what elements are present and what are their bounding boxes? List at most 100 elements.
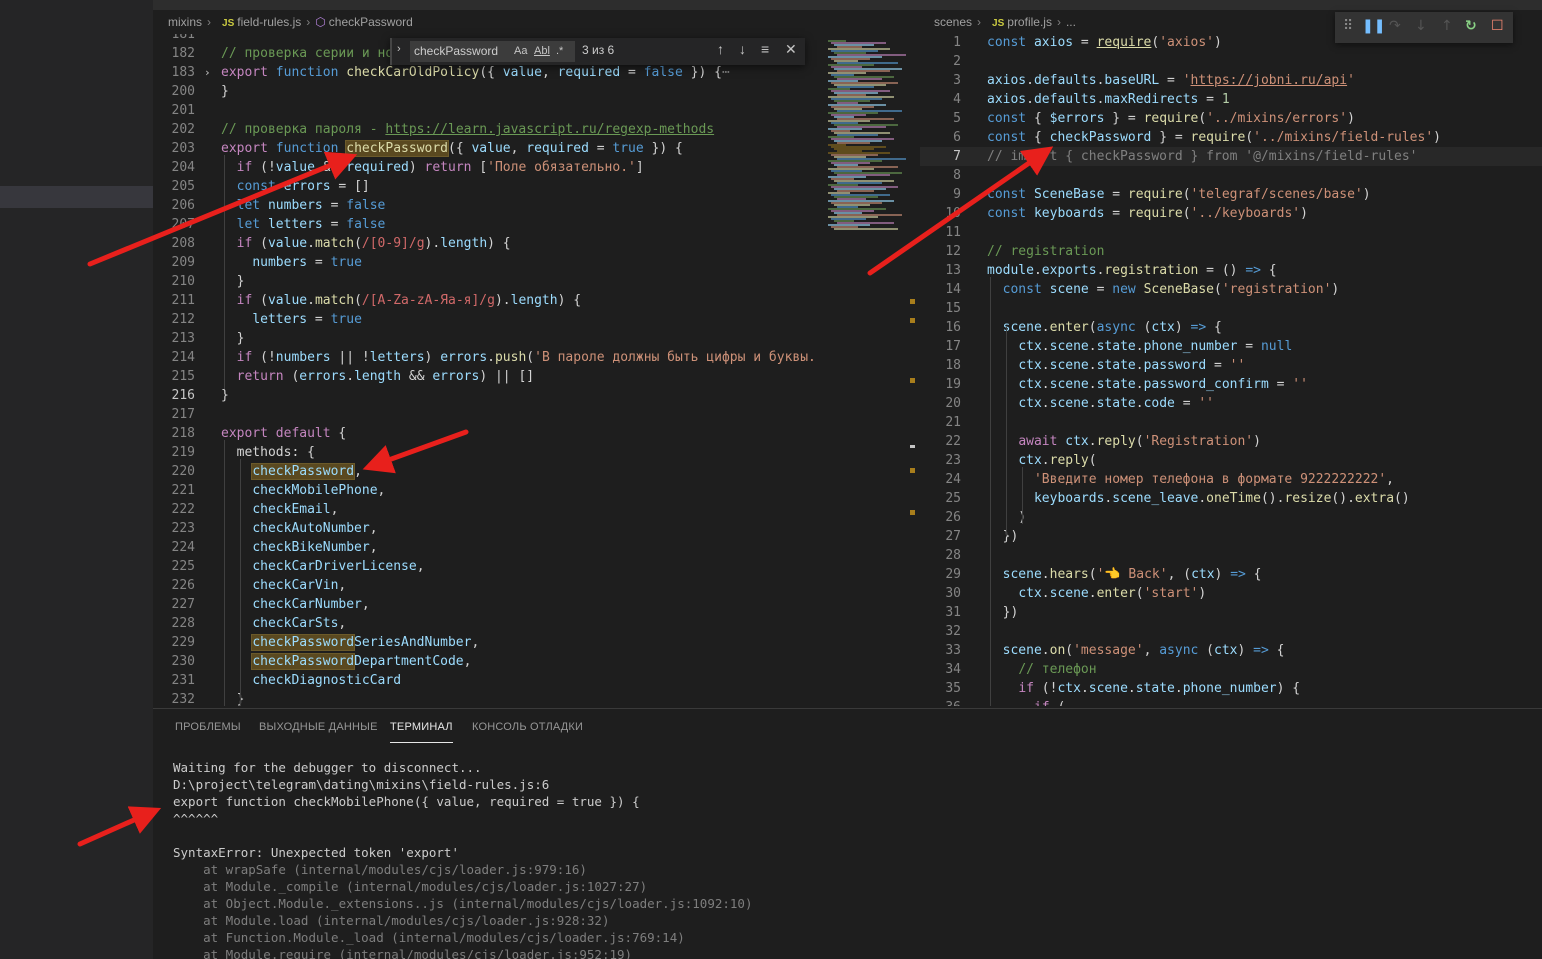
code-token: , ( [1167,567,1192,582]
code-token: value [275,160,315,175]
breadcrumb-file[interactable]: field-rules.js [237,15,301,29]
side-bar-selected-row[interactable] [0,186,153,208]
code-text: checkBikeNumber, [221,538,377,557]
terminal-line: at Module._compile (internal/modules/cjs… [173,879,648,894]
code-token: false [346,217,386,232]
code-text: ctx.reply( [987,451,1096,470]
code-token: // registration [987,244,1105,259]
breadcrumb-file[interactable]: profile.js [1007,15,1052,29]
line-number: 34 [945,662,961,677]
code-token: . [1041,567,1050,582]
find-widget: › checkPassword Aa Abl .* 3 из 6 ↑ ↓ ≡ ✕ [390,38,805,65]
terminal-line: at Object.Module._extensions..js (intern… [173,896,753,911]
code-token: . [1041,396,1050,411]
restart-icon[interactable]: ↻ [1465,18,1477,34]
code-token: }) [987,605,1019,620]
line-number: 215 [171,369,195,384]
find-in-selection-icon[interactable]: ≡ [761,41,769,57]
regex-toggle[interactable]: .* [556,42,563,60]
code-token: new [1112,282,1136,297]
chevron-right-icon: › [977,15,982,29]
toggle-replace-icon[interactable]: › [397,43,401,55]
minimap[interactable] [826,34,916,706]
line-number: 183 [171,65,195,80]
line-number: 226 [171,578,195,593]
editor-field-rules[interactable]: 181 182 // проверка серии и но 183 › export f… [153,34,818,706]
previous-match-icon[interactable]: ↑ [717,41,724,57]
code-token: numbers [275,350,331,365]
line-number: 208 [171,236,195,251]
editor-tab-strip [153,0,1542,10]
code-line: 207 let letters = false [153,215,818,234]
step-out-icon[interactable]: ↑ [1441,18,1453,34]
whole-word-toggle[interactable]: Abl [534,42,550,60]
code-token: ({ [479,65,503,80]
breadcrumb-folder[interactable]: scenes [934,15,972,29]
line-number: 225 [171,559,195,574]
match-case-toggle[interactable]: Aa [514,42,527,60]
line-number: 10 [945,206,961,221]
breadcrumb-folder[interactable]: mixins [168,15,202,29]
fold-chevron-icon[interactable]: › [204,63,211,82]
code-token: 'В пароле должны быть цифры и буквы.' [534,350,818,365]
code-token: true [612,141,644,156]
code-token: ) { [1276,681,1301,696]
code-token: export [221,141,268,156]
code-text: axios.defaults.baseURL = 'https://jobni.… [987,71,1355,90]
code-token: . [346,369,355,384]
code-token: { [1260,263,1277,278]
code-line: 34 // телефон [920,660,1542,679]
code-token: => [1190,320,1207,335]
line-number: 26 [945,510,961,525]
pause-icon[interactable]: ❚❚ [1362,18,1385,34]
code-token: . [307,236,315,251]
panel-tab[interactable]: ТЕРМИНАЛ [390,721,453,743]
panel-tab[interactable]: ПРОБЛЕМЫ [175,721,241,733]
code-token: ) [1198,586,1207,601]
next-match-icon[interactable]: ↓ [739,41,746,57]
step-over-icon[interactable]: ↷ [1389,18,1401,34]
code-text: axios.defaults.maxRedirects = 1 [987,90,1230,109]
code-token: = [1198,92,1222,107]
panel-tab[interactable]: ВЫХОДНЫЕ ДАННЫЕ [259,721,378,733]
line-number: 6 [953,130,961,145]
breadcrumb-symbol[interactable]: checkPassword [329,15,413,29]
code-token: // проверка серии и но [221,46,394,61]
js-file-icon: JS [222,18,235,29]
code-token: { [1026,130,1050,145]
breadcrumb-more[interactable]: ... [1066,15,1076,29]
terminal-line: D:\project\telegram\dating\mixins\field-… [173,777,550,792]
code-text: const errors = [] [221,177,370,196]
code-token: { [1206,320,1222,335]
code-token: . [1135,358,1144,373]
close-icon[interactable]: ✕ [785,41,797,58]
stop-icon[interactable]: ☐ [1491,18,1504,34]
code-token: defaults [1033,92,1097,107]
code-token: if [236,236,253,251]
code-text: ctx.scene.enter('start') [987,584,1206,603]
code-token: ctx [1057,681,1081,696]
code-token: function [275,65,339,80]
code-text: await ctx.reply('Registration') [987,432,1261,451]
code-token: ( [1135,320,1152,335]
panel-tab[interactable]: КОНСОЛЬ ОТЛАДКИ [472,721,583,733]
code-text: scene.enter(async (ctx) => { [987,318,1222,337]
code-token: , [377,483,386,498]
find-input[interactable]: checkPassword [410,41,575,62]
editor-profile[interactable]: 1 const axios = require('axios') 2 3 axios.d… [920,34,1542,706]
code-token: ctx [1191,567,1215,582]
line-number: 36 [920,698,961,706]
line-number: 3 [953,73,961,88]
line-number: 1 [953,35,961,50]
code-token: , [541,65,558,80]
line-number: 203 [171,141,195,156]
step-into-icon[interactable]: ↓ [1415,18,1427,34]
code-token: = [322,217,347,232]
code-token: if [236,160,253,175]
drag-handle-icon[interactable]: ⠿ [1343,18,1353,34]
code-token: ctx [1065,434,1089,449]
code-token: scene [1002,567,1042,582]
line-number: 209 [171,255,195,270]
